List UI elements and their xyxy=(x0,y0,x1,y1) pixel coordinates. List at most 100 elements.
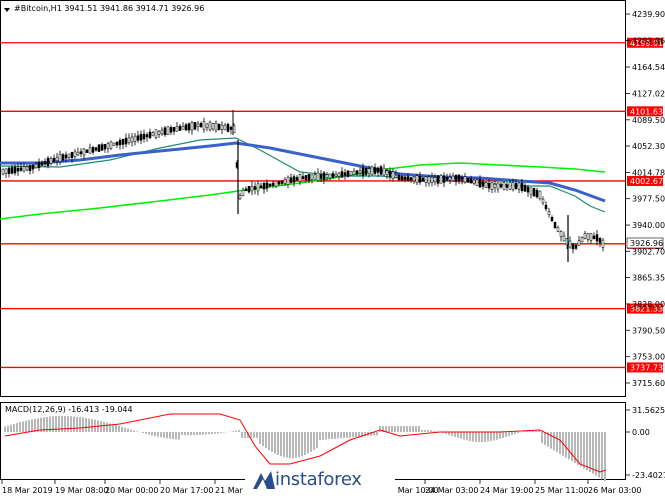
macd-bar xyxy=(568,432,570,459)
macd-bar xyxy=(316,432,318,448)
macd-bar xyxy=(166,432,168,438)
macd-bar xyxy=(19,422,21,432)
candle-body xyxy=(254,186,256,189)
candle-body xyxy=(116,142,118,145)
candle-body xyxy=(245,189,247,191)
macd-bar xyxy=(73,416,75,432)
candle-body xyxy=(83,149,85,155)
candle-body xyxy=(374,167,376,173)
candle-body xyxy=(200,123,202,127)
candle-body xyxy=(473,180,475,183)
candle-body xyxy=(581,237,583,242)
candle-body xyxy=(38,162,40,168)
macd-bar xyxy=(418,426,420,432)
macd-bar xyxy=(193,432,195,435)
macd-bar xyxy=(184,432,186,435)
price-chart[interactable]: 4199.014101.634002.673913.403821.333737.… xyxy=(0,0,665,499)
macd-bar xyxy=(451,432,453,436)
macd-bar xyxy=(601,432,603,479)
candle-body xyxy=(152,133,154,136)
candle-body xyxy=(179,126,181,130)
candle-body xyxy=(392,172,394,179)
candle-body xyxy=(53,158,55,162)
macd-bar xyxy=(466,432,468,440)
macd-bar xyxy=(238,430,240,432)
instaforex-logo-icon xyxy=(251,469,277,493)
candle-body xyxy=(140,134,142,140)
macd-bar xyxy=(205,432,207,435)
candle-body xyxy=(80,152,82,154)
candle-body xyxy=(266,183,268,189)
candle-body xyxy=(308,174,310,180)
candle-body xyxy=(155,130,157,138)
macd-bar xyxy=(301,432,303,456)
macd-bar xyxy=(379,426,381,432)
candle-body xyxy=(221,125,223,129)
candle-body xyxy=(476,180,478,186)
macd-bar xyxy=(346,432,348,438)
macd-bar xyxy=(403,426,405,432)
macd-bar xyxy=(583,432,585,468)
candle-body xyxy=(11,167,13,173)
candle-body xyxy=(449,177,451,180)
candle-body xyxy=(74,152,76,157)
candle-body xyxy=(443,176,445,183)
candle-body xyxy=(461,177,463,180)
macd-bar xyxy=(328,432,330,439)
macd-bar xyxy=(343,432,345,438)
candle-body xyxy=(560,232,562,237)
candle-body xyxy=(302,176,304,179)
candle-body xyxy=(569,241,571,247)
macd-bar xyxy=(157,432,159,437)
candle-body xyxy=(590,233,592,240)
date-label: 19 Mar 08:00 xyxy=(55,486,108,495)
macd-bar xyxy=(154,432,156,436)
macd-bar xyxy=(322,432,324,440)
macd-bar xyxy=(79,417,81,432)
macd-bar xyxy=(88,418,90,432)
date-label: 24 Mar 19:00 xyxy=(480,486,533,495)
macd-bar xyxy=(34,419,36,432)
dropdown-triangle-icon[interactable] xyxy=(4,8,10,12)
candle-body xyxy=(314,175,316,180)
candle-body xyxy=(416,176,418,183)
candle-body xyxy=(317,173,319,181)
candle-body xyxy=(545,205,547,209)
macd-bar xyxy=(277,432,279,455)
candle-body xyxy=(356,171,358,175)
macd-bar xyxy=(217,432,219,433)
candle-body xyxy=(47,158,49,166)
candle-body xyxy=(419,176,421,182)
macd-bar xyxy=(496,432,498,440)
candle-body xyxy=(359,171,361,173)
macd-bar xyxy=(235,431,237,432)
candle-body xyxy=(35,164,37,167)
candle-body xyxy=(479,179,481,187)
candle-body xyxy=(383,168,385,175)
macd-tick-label: 31.5625 xyxy=(632,406,665,415)
candle-body xyxy=(188,124,190,130)
candle-body xyxy=(278,182,280,184)
macd-bar xyxy=(148,432,150,435)
candle-body xyxy=(281,181,283,184)
macd-bar xyxy=(115,425,117,432)
macd-bar xyxy=(160,432,162,437)
macd-bar xyxy=(106,423,108,432)
macd-bar xyxy=(454,432,456,437)
candle-body xyxy=(332,173,334,177)
macd-bar xyxy=(313,432,315,450)
macd-bar xyxy=(280,432,282,456)
price-tick-label: 4202.06 xyxy=(632,37,665,46)
price-tick-label: 3902.70 xyxy=(632,247,665,256)
macd-bar xyxy=(340,432,342,438)
candle-body xyxy=(491,183,493,190)
macd-bar xyxy=(136,431,138,432)
macd-bar xyxy=(490,432,492,441)
candle-body xyxy=(224,125,226,130)
candle-body xyxy=(5,169,7,174)
macd-bar xyxy=(553,432,555,450)
price-tick-label: 3940.00 xyxy=(632,221,665,230)
macd-bar xyxy=(13,424,15,432)
price-tick-label: 3715.60 xyxy=(632,379,665,388)
macd-bar xyxy=(514,432,516,434)
